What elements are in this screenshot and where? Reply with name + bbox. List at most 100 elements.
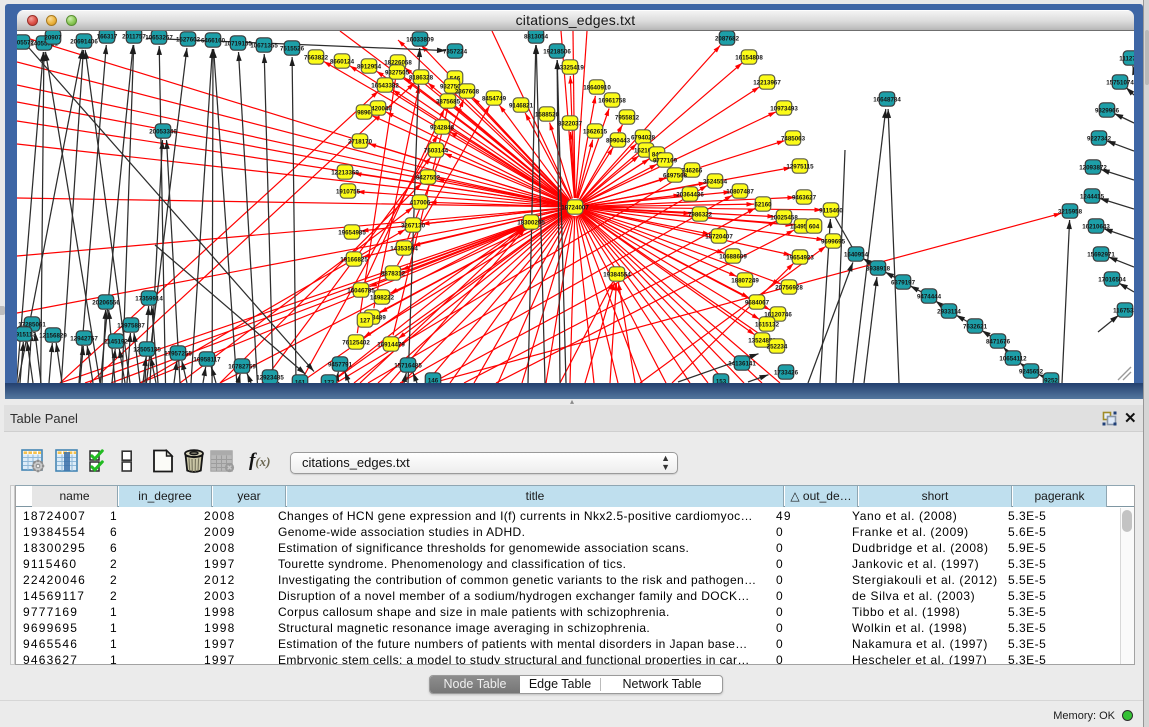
svg-text:9227342: 9227342 (1087, 135, 1112, 142)
svg-text:1498222: 1498222 (370, 294, 395, 301)
svg-text:1733426: 1733426 (774, 369, 799, 376)
svg-text:76125402: 76125402 (342, 339, 370, 346)
svg-text:10973493: 10973493 (770, 105, 798, 112)
svg-text:1588520: 1588520 (535, 111, 560, 118)
svg-text:15716485: 15716485 (394, 362, 422, 369)
svg-text:17957255: 17957255 (164, 350, 192, 357)
svg-text:2933114: 2933114 (937, 308, 961, 315)
svg-text:16961758: 16961758 (598, 97, 626, 104)
svg-text:13975887: 13975887 (117, 322, 145, 329)
svg-text:8427552: 8427552 (416, 174, 441, 181)
svg-text:16543382: 16543382 (371, 82, 399, 89)
svg-text:12923485: 12923485 (256, 374, 284, 381)
svg-text:8471676: 8471676 (986, 338, 1011, 345)
svg-text:9252: 9252 (1044, 377, 1058, 383)
svg-text:8660124: 8660124 (330, 58, 355, 65)
svg-text:62160: 62160 (754, 201, 772, 208)
svg-text:10654112: 10654112 (999, 355, 1027, 362)
svg-text:9245652: 9245652 (1019, 368, 1044, 375)
svg-text:8912954: 8912954 (357, 63, 382, 70)
svg-text:2367608: 2367608 (455, 88, 480, 95)
svg-text:146: 146 (428, 377, 439, 383)
svg-text:7632621: 7632621 (963, 323, 988, 330)
svg-text:9327505: 9327505 (385, 69, 410, 76)
svg-text:19384554: 19384554 (603, 271, 631, 278)
svg-text:18724007: 18724007 (561, 204, 589, 211)
svg-text:20053346: 20053346 (149, 128, 177, 135)
svg-text:12975115: 12975115 (786, 163, 814, 170)
svg-text:161: 161 (295, 379, 306, 383)
svg-text:12213967: 12213967 (753, 79, 781, 86)
svg-text:1527602: 1527602 (176, 36, 201, 43)
svg-text:9684067: 9684067 (745, 299, 770, 306)
svg-text:19654923: 19654923 (786, 254, 814, 261)
svg-text:8454749: 8454749 (482, 95, 507, 102)
svg-text:6497568: 6497568 (663, 172, 688, 179)
svg-text:1910755: 1910755 (336, 188, 361, 195)
svg-text:9115460: 9115460 (819, 207, 843, 214)
svg-text:18640910: 18640910 (583, 84, 611, 91)
svg-text:604: 604 (809, 223, 820, 230)
svg-text:19218506: 19218506 (543, 48, 571, 55)
svg-text:10688609: 10688609 (719, 253, 747, 260)
svg-text:6379197: 6379197 (891, 279, 916, 286)
svg-text:7485063: 7485063 (781, 135, 806, 142)
svg-text:16046785: 16046785 (347, 287, 375, 294)
svg-text:7603144: 7603144 (424, 147, 449, 154)
svg-text:2087682: 2087682 (715, 35, 740, 42)
svg-text:18807249: 18807249 (731, 277, 759, 284)
svg-text:2718170: 2718170 (348, 138, 373, 145)
svg-text:9896: 9896 (357, 109, 371, 116)
svg-text:166317: 166317 (97, 33, 118, 40)
svg-text:10653267: 10653267 (145, 34, 173, 41)
svg-text:13325419: 13325419 (556, 64, 584, 71)
svg-text:17359914: 17359914 (135, 295, 163, 302)
svg-text:8322037: 8322037 (558, 120, 583, 127)
svg-text:417006: 417006 (410, 199, 431, 206)
svg-text:14353594: 14353594 (390, 245, 418, 252)
svg-text:14136141: 14136141 (728, 360, 756, 367)
svg-text:2011757: 2011757 (122, 33, 146, 40)
svg-text:1112753: 1112753 (1119, 55, 1134, 62)
svg-text:9146821: 9146821 (509, 102, 534, 109)
svg-text:16648784: 16648784 (873, 96, 901, 103)
svg-text:10671355: 10671355 (250, 42, 278, 49)
svg-text:7986322: 7986322 (688, 211, 713, 218)
svg-text:7955812: 7955812 (615, 114, 640, 121)
svg-text:12505135: 12505135 (133, 346, 161, 353)
svg-text:127: 127 (360, 317, 371, 324)
svg-text:1167533: 1167533 (1113, 307, 1134, 314)
svg-text:7515526: 7515526 (280, 45, 305, 52)
svg-text:9699695: 9699695 (821, 238, 846, 245)
svg-text:10025458: 10025458 (770, 214, 798, 221)
svg-text:20206556: 20206556 (92, 299, 120, 306)
svg-text:7357224: 7357224 (443, 48, 468, 55)
svg-text:9777169: 9777169 (653, 157, 678, 164)
svg-text:19166825: 19166825 (340, 256, 368, 263)
svg-text:8878312: 8878312 (381, 270, 406, 277)
svg-text:16154808: 16154808 (735, 54, 763, 61)
svg-text:15720407: 15720407 (705, 233, 733, 240)
svg-text:20364436: 20364436 (676, 191, 704, 198)
svg-text:12213369: 12213369 (331, 169, 359, 176)
svg-text:1615132: 1615132 (755, 321, 780, 328)
svg-text:3915113: 3915113 (17, 331, 36, 338)
svg-text:20907: 20907 (44, 34, 62, 41)
svg-text:8938918: 8938918 (866, 265, 891, 272)
svg-text:18300295: 18300295 (517, 219, 545, 226)
svg-text:17016504: 17016504 (1098, 276, 1126, 283)
svg-text:20756928: 20756928 (775, 284, 803, 291)
svg-text:19654985: 19654985 (338, 229, 366, 236)
svg-text:1145192: 1145192 (104, 338, 128, 345)
svg-text:3875685: 3875685 (436, 98, 461, 105)
svg-text:15751074: 15751074 (1106, 79, 1134, 86)
svg-text:12156829: 12156829 (39, 332, 67, 339)
svg-text:9242848: 9242848 (430, 124, 455, 131)
svg-text:16782759: 16782759 (228, 363, 256, 370)
svg-text:6466160: 6466160 (201, 37, 226, 44)
svg-text:6794028: 6794028 (631, 134, 656, 141)
svg-text:153: 153 (716, 378, 727, 383)
svg-text:15692971: 15692971 (1087, 251, 1115, 258)
svg-text:3624554: 3624554 (703, 178, 728, 185)
svg-text:12093872: 12093872 (1079, 164, 1107, 171)
